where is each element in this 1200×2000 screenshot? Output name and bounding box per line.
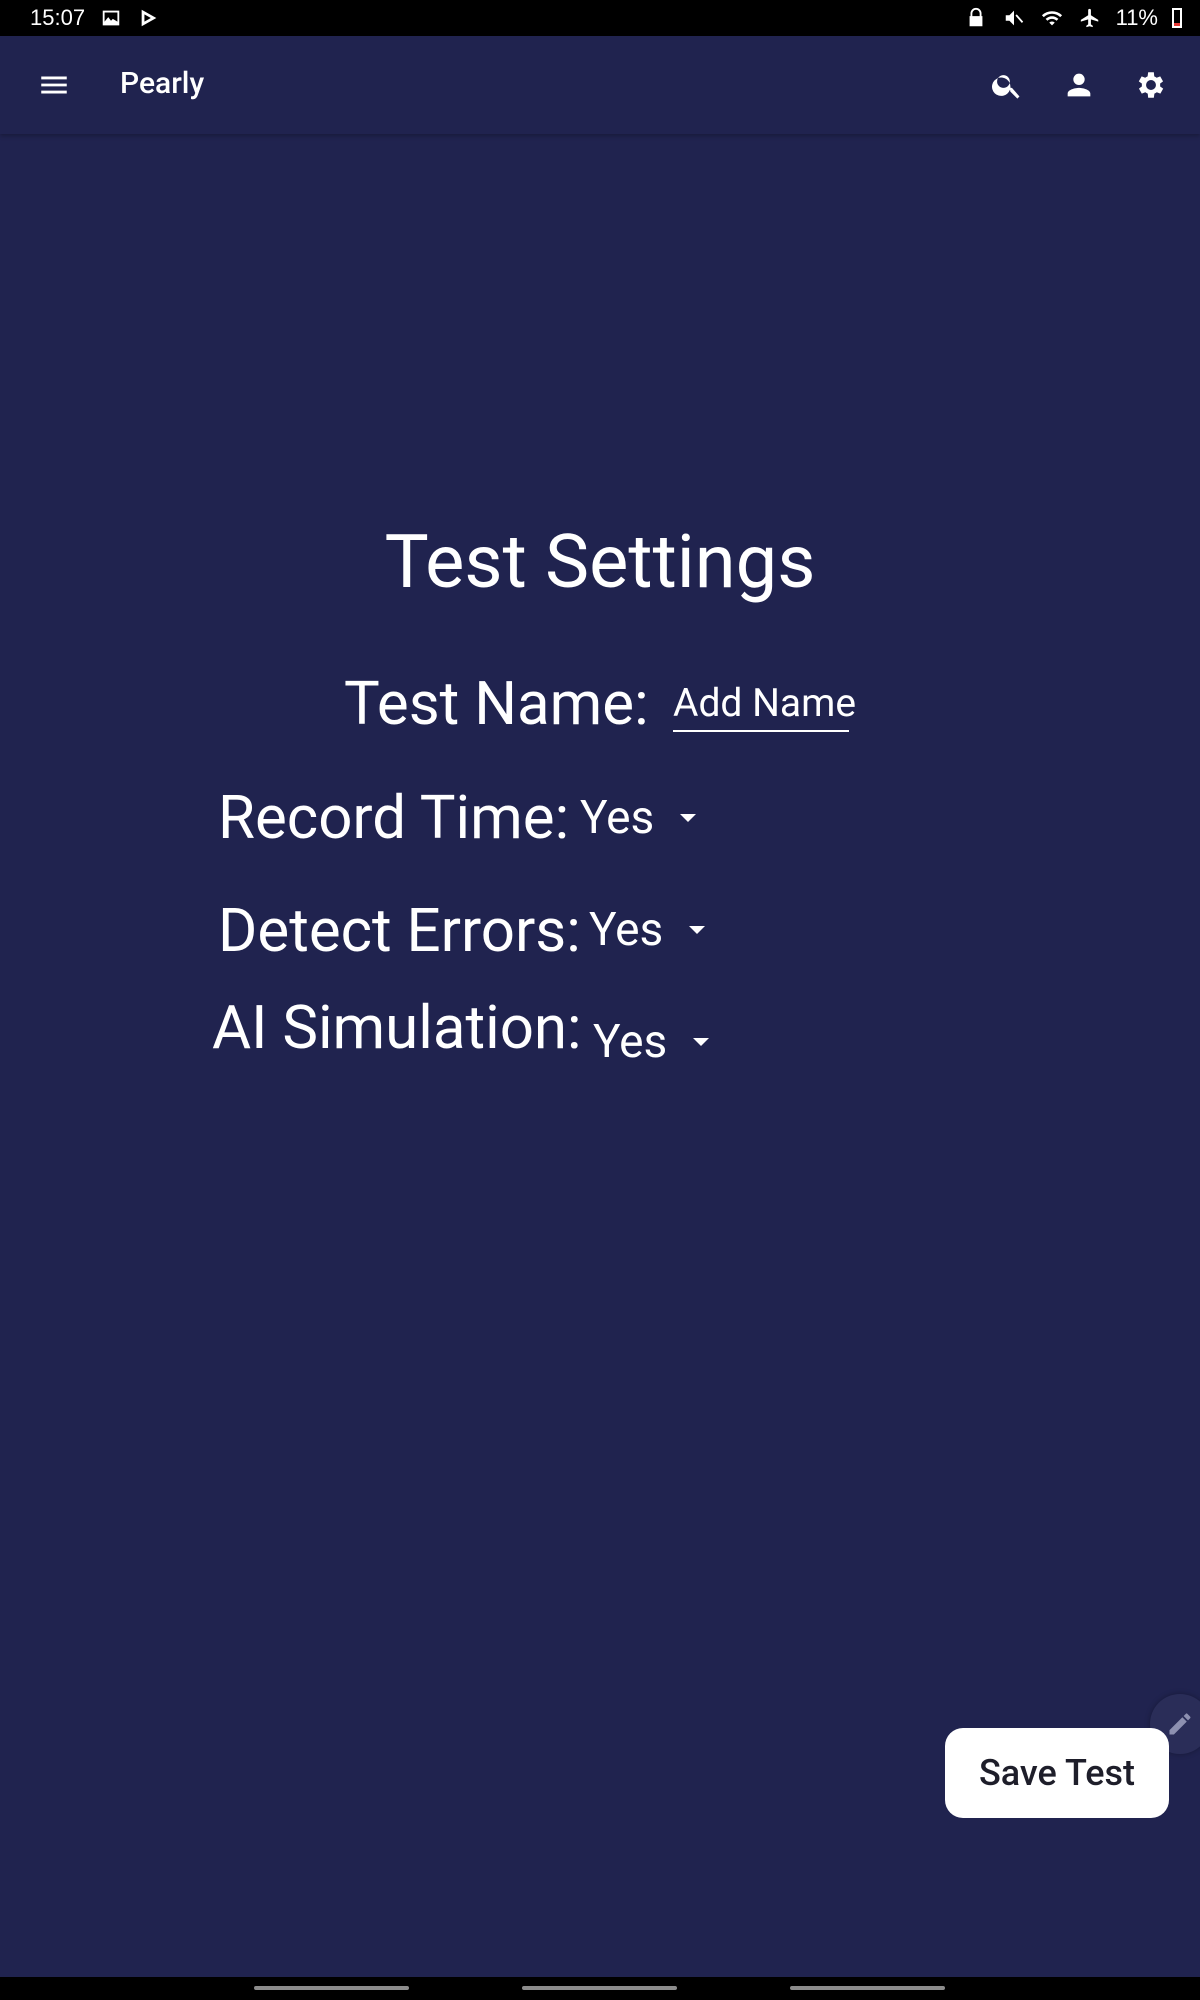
play-store-icon (137, 6, 161, 30)
test-name-label: Test Name: (344, 668, 649, 739)
chevron-down-icon (693, 1038, 710, 1046)
search-icon[interactable] (983, 61, 1031, 109)
page-title: Test Settings (384, 519, 816, 606)
settings-icon[interactable] (1127, 61, 1175, 109)
airplane-icon (1078, 6, 1102, 30)
record-time-label: Record Time: (218, 782, 570, 853)
chevron-down-icon (680, 814, 697, 822)
detect-errors-select[interactable]: Yes (589, 900, 706, 960)
mute-icon (1002, 6, 1026, 30)
status-bar: 15:07 11% (0, 0, 1200, 36)
nav-home-handle[interactable] (522, 1986, 677, 1990)
battery-icon (1172, 8, 1182, 28)
clock: 15:07 (30, 5, 86, 30)
menu-icon[interactable] (30, 61, 78, 109)
app-bar: Pearly (0, 36, 1200, 134)
ai-simulation-select[interactable]: Yes (593, 1012, 710, 1072)
app-title: Pearly (120, 66, 205, 101)
chevron-down-icon (689, 926, 706, 934)
image-icon (99, 6, 123, 30)
detect-errors-label: Detect Errors: (218, 895, 581, 966)
ai-simulation-value: Yes (593, 1015, 668, 1069)
record-time-select[interactable]: Yes (580, 788, 697, 848)
record-time-value: Yes (580, 791, 655, 845)
nav-back-handle[interactable] (790, 1986, 945, 1990)
navigation-bar (0, 1977, 1200, 2000)
wifi-icon (1040, 6, 1064, 30)
pencil-icon (1166, 1710, 1194, 1738)
save-test-button[interactable]: Save Test (945, 1728, 1169, 1818)
battery-percentage: 11% (1115, 5, 1158, 30)
test-name-input[interactable]: Add Name (673, 676, 856, 732)
ai-simulation-label: AI Simulation: (212, 992, 582, 1063)
detect-errors-value: Yes (589, 903, 664, 957)
status-bar-right: 11% (964, 5, 1182, 31)
nav-recents-handle[interactable] (254, 1986, 409, 1990)
lock-icon (964, 6, 988, 30)
status-bar-left: 15:07 (30, 5, 161, 31)
account-icon[interactable] (1055, 61, 1103, 109)
